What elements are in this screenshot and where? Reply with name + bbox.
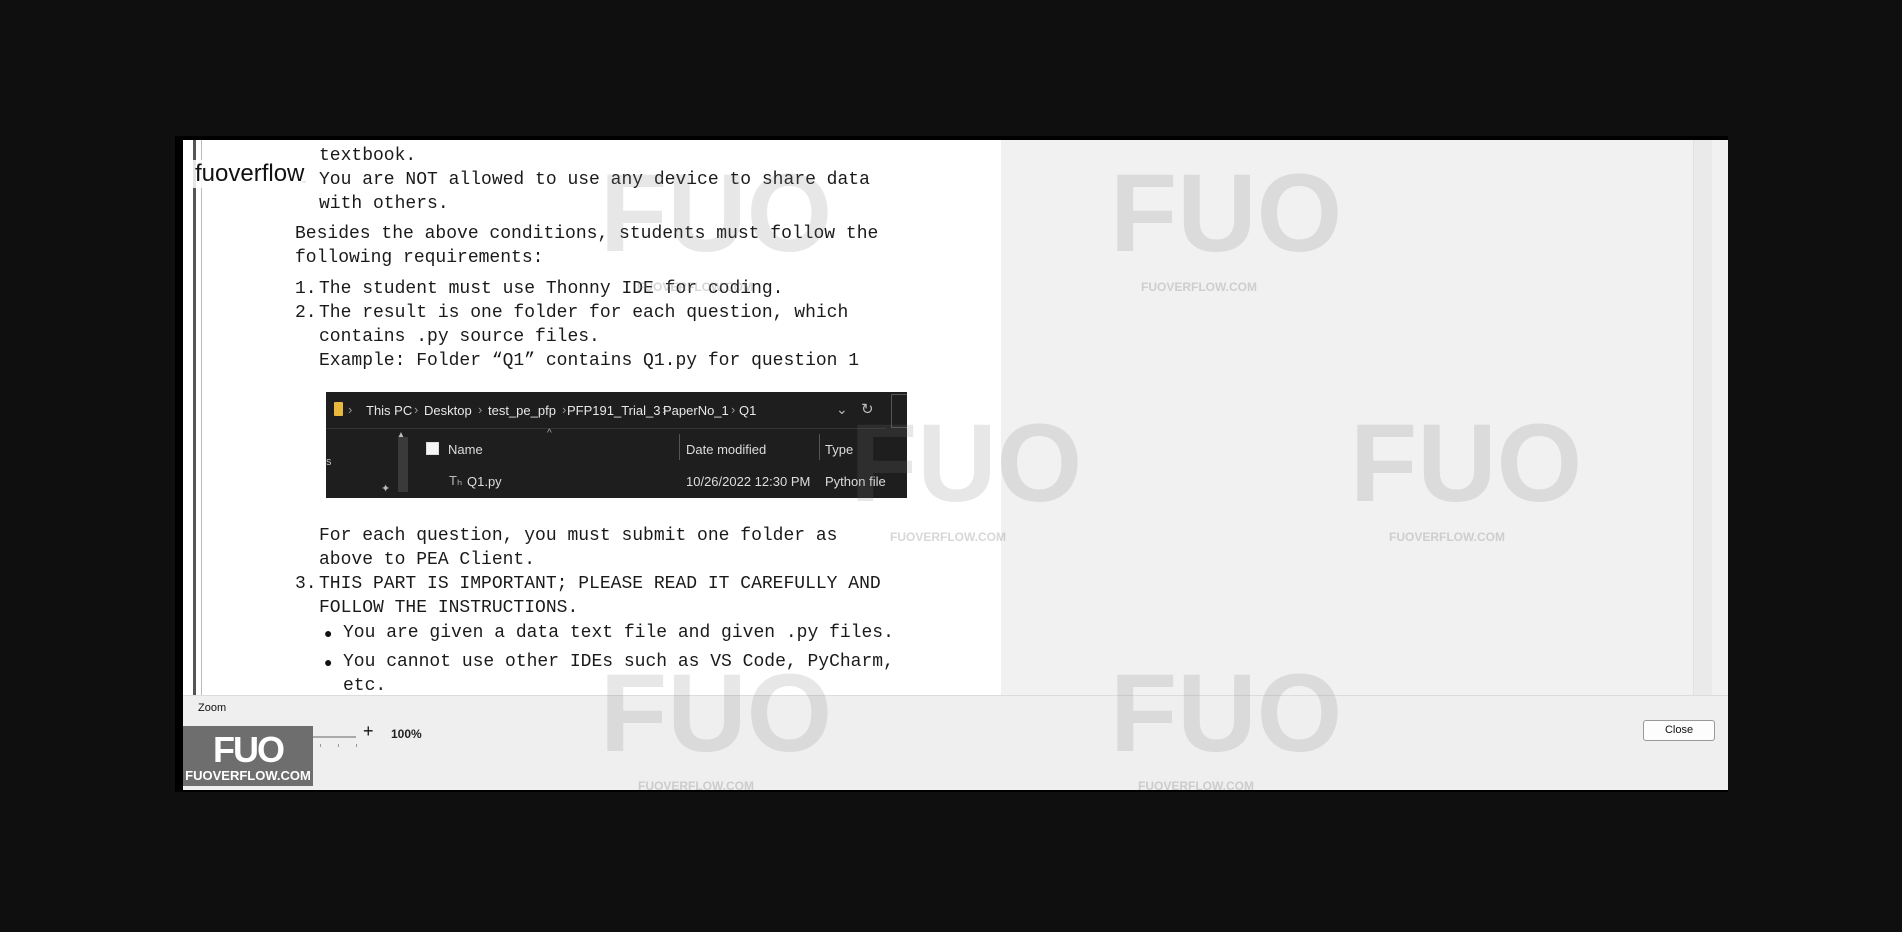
document-area[interactable]: textbook. - You are NOT allowed to use a…	[183, 140, 1718, 695]
doc-line: contains .py source files.	[319, 327, 600, 347]
doc-line: You cannot use other IDEs such as VS Cod…	[343, 652, 894, 672]
bullet-icon: ●	[324, 654, 333, 670]
breadcrumb-item: Q1	[739, 403, 757, 418]
sort-arrow-icon: ^	[547, 428, 552, 439]
breadcrumb-item: test_pe_pfp	[488, 403, 556, 418]
nav-scrollbar	[398, 437, 408, 492]
refresh-icon: ↻	[861, 401, 874, 418]
zoom-tick	[320, 744, 322, 747]
doc-line: You are given a data text file and given…	[343, 623, 894, 643]
column-divider	[679, 434, 680, 460]
doc-line: Example: Folder “Q1” contains Q1.py for …	[319, 351, 860, 371]
zoom-tick	[356, 744, 357, 747]
pin-icon: ✦	[381, 483, 391, 495]
doc-line: For each question, you must submit one f…	[319, 526, 838, 546]
column-header-name: Name	[448, 442, 483, 457]
chevron-down-icon: ⌄	[836, 401, 848, 417]
doc-line: textbook.	[319, 146, 417, 166]
zoom-label: Zoom	[198, 702, 227, 714]
doc-line: You are NOT allowed to use any device to…	[319, 170, 870, 190]
zoom-percent: 100%	[391, 727, 422, 741]
column-header-type: Type	[825, 442, 854, 457]
doc-line: with others.	[319, 194, 449, 214]
breadcrumb-item: This PC	[366, 403, 413, 418]
breadcrumb-item: PaperNo_1	[663, 403, 729, 418]
doc-line: The result is one folder for each questi…	[319, 303, 849, 323]
column-header-date: Date modified	[686, 442, 767, 457]
file-explorer-screenshot: › This PC › Desktop › test_pe_pfp › PFP1…	[326, 392, 907, 498]
document-page: textbook. - You are NOT allowed to use a…	[183, 140, 1001, 695]
list-number: 2.	[295, 303, 317, 323]
breadcrumb-item: Desktop	[424, 403, 472, 418]
doc-line: etc.	[343, 676, 387, 695]
side-label: s	[326, 456, 332, 468]
column-divider	[819, 434, 820, 460]
search-box-edge	[891, 394, 907, 428]
vertical-scrollbar[interactable]	[1693, 140, 1712, 695]
fuoverflow-logo: FUO FUOVERFLOW.COM	[183, 726, 313, 786]
list-number: 1.	[295, 279, 317, 299]
bullet-icon: ●	[324, 625, 333, 641]
list-number: 3.	[295, 574, 317, 594]
select-all-checkbox	[426, 442, 439, 455]
doc-line: following requirements:	[295, 248, 544, 268]
python-file-icon: Tₕ	[449, 473, 463, 488]
breadcrumb-separator: ›	[731, 402, 736, 417]
file-name: Q1.py	[467, 474, 502, 489]
zoom-toolbar: Zoom - + 100% Close	[183, 695, 1728, 790]
breadcrumb-separator: ›	[478, 402, 483, 417]
doc-line: THIS PART IS IMPORTANT; PLEASE READ IT C…	[319, 574, 881, 594]
viewer-body: textbook. - You are NOT allowed to use a…	[183, 140, 1728, 790]
close-button[interactable]: Close	[1643, 720, 1715, 741]
doc-line: FOLLOW THE INSTRUCTIONS.	[319, 598, 579, 618]
logo-text: FUOVERFLOW.COM	[185, 768, 311, 783]
doc-line: The student must use Thonny IDE for codi…	[319, 279, 784, 299]
file-type: Python file	[825, 474, 886, 489]
breadcrumb-separator: ›	[562, 402, 567, 417]
doc-line: above to PEA Client.	[319, 550, 536, 570]
brand-text: fuoverflow	[193, 160, 307, 188]
document-viewer-window: textbook. - You are NOT allowed to use a…	[175, 136, 1728, 792]
breadcrumb-separator: ›	[348, 402, 353, 417]
address-bar: › This PC › Desktop › test_pe_pfp › PFP1…	[326, 392, 907, 429]
page-left-border	[193, 140, 196, 695]
zoom-in-button[interactable]: +	[363, 721, 374, 742]
logo-mark: FUO	[213, 729, 285, 770]
breadcrumb-separator: ›	[414, 402, 419, 417]
zoom-tick	[338, 744, 340, 747]
breadcrumb-item: PFP191_Trial_3	[567, 403, 661, 418]
file-modified: 10/26/2022 12:30 PM	[686, 474, 811, 489]
page-left-rule	[201, 140, 202, 695]
doc-line: Besides the above conditions, students m…	[295, 224, 879, 244]
folder-icon	[334, 402, 343, 416]
